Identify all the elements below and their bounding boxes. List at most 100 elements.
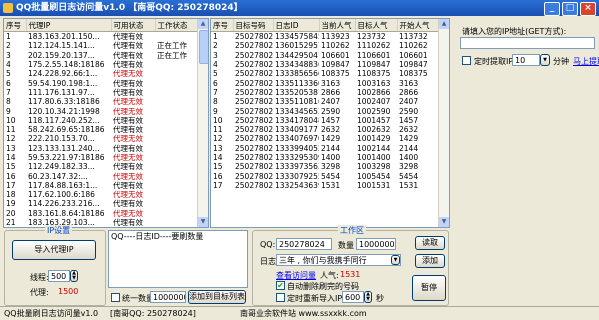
table-row[interactable]: 162502780241333079255545410054545454: [211, 171, 438, 181]
table-row[interactable]: 22122.138.183.45...代理有效: [4, 227, 197, 228]
log-select[interactable]: 三年 , 你们与我携手同行: [276, 254, 401, 266]
table-row[interactable]: 172502780241332543639153110015311531: [211, 181, 438, 190]
table-cell: 120.10.34.21:1998: [28, 106, 100, 116]
table-row[interactable]: 92502780241334345653259010025902590: [211, 106, 438, 116]
add-to-targets-button[interactable]: 添加到目标列表: [188, 290, 246, 304]
table-cell: 109847: [399, 60, 428, 70]
table-row[interactable]: 13 123.133.131.240... 代理有效: [4, 144, 197, 153]
column-header[interactable]: 代理IP: [26, 19, 112, 32]
chevron-down-icon[interactable]: ▼: [391, 255, 400, 265]
column-header[interactable]: 日志ID: [273, 19, 320, 32]
table-row[interactable]: 18 117.62.100.6:186 代理无效: [4, 190, 197, 199]
scroll-up-icon[interactable]: ▲: [439, 19, 449, 29]
table-cell: 2: [6, 41, 11, 51]
table-row[interactable]: 225027802413601529571102621110262110262: [211, 41, 438, 50]
table-row[interactable]: 112502780241334091771263210026322632: [211, 125, 438, 134]
table-cell: 1001429: [357, 134, 391, 144]
column-header[interactable]: 序号: [4, 19, 27, 32]
table-cell: 3: [213, 50, 218, 60]
scroll-down-icon[interactable]: ▼: [198, 217, 208, 227]
scroll-down-icon[interactable]: ▼: [439, 217, 449, 227]
table-row[interactable]: 152502780241333973563329810032983298: [211, 162, 438, 171]
view-visits-link[interactable]: 查看访问量: [276, 270, 316, 281]
column-header[interactable]: 工作状态: [155, 19, 198, 32]
table-row[interactable]: 425027802413343488361098471109847109847: [211, 60, 438, 69]
table-row[interactable]: 1 183.163.201.150... 代理有效: [4, 32, 197, 42]
table-row[interactable]: 15 112.249.182.33... 代理有效: [4, 162, 197, 171]
table-row[interactable]: 20 183.161.8.64:18186 代理无效: [4, 209, 197, 218]
column-header[interactable]: 当前人气: [319, 19, 356, 32]
table-row[interactable]: 325027802413442950411066011106601106601: [211, 51, 438, 60]
ip-url-input[interactable]: [460, 37, 595, 49]
table-row[interactable]: 6 59.54.190.198:1... 代理有效: [4, 78, 197, 88]
qq-input[interactable]: 250278024: [276, 238, 332, 250]
scroll-up-icon[interactable]: ▲: [198, 19, 208, 29]
proxy-scrollbar[interactable]: ▲ ▼: [197, 19, 208, 227]
unified-count-input[interactable]: 1000000: [150, 291, 186, 303]
column-header[interactable]: 可用状态: [111, 19, 156, 32]
table-row[interactable]: 132502780241333994052214410021442144: [211, 144, 438, 153]
column-header[interactable]: 目标号码: [233, 19, 274, 32]
table-row[interactable]: 7 111.176.131.97... 代理有效: [4, 88, 197, 97]
table-cell: 250278024: [235, 153, 273, 162]
minimize-icon[interactable]: _: [544, 2, 560, 16]
table-row[interactable]: 72502780241335205381286610028662866: [211, 88, 438, 97]
read-button[interactable]: 读取: [415, 236, 445, 250]
timed-import-stepper[interactable]: ▲ ▼: [364, 291, 372, 303]
timed-import-checkbox[interactable]: [276, 293, 285, 302]
table-row[interactable]: 21 183.163.29.103... 代理有效: [4, 218, 197, 227]
maximize-icon[interactable]: □: [562, 2, 578, 16]
table-row[interactable]: 4 175.2.55.148:18186 代理有效: [4, 60, 197, 69]
table-cell: 代理无效: [113, 171, 143, 181]
table-row[interactable]: 14 59.53.221.97:18186 代理无效: [4, 153, 197, 162]
unified-count-checkbox[interactable]: [111, 293, 120, 302]
table-cell: [155, 171, 197, 180]
add-button[interactable]: 添加: [415, 254, 445, 268]
table-row[interactable]: 122502780241334076970142910014291429: [211, 134, 438, 143]
proxy-list[interactable]: 序号 代理IP 可用状态 工作状态 1 183.163.201.150... 代理有效 2 1…: [3, 18, 209, 228]
table-row[interactable]: 9 120.10.34.21:1998 代理无效: [4, 106, 197, 116]
interval-input[interactable]: 10: [512, 54, 540, 66]
scroll-thumb[interactable]: [199, 30, 208, 64]
table-cell: 250278024: [235, 41, 273, 51]
import-proxy-button[interactable]: 导入代理IP: [12, 240, 96, 260]
table-row[interactable]: 16 60.23.147.32:... 代理无效: [4, 171, 197, 181]
table-row[interactable]: 82502780241335110816240710024072407: [211, 97, 438, 106]
table-cell: 250278024: [235, 162, 273, 172]
pause-button[interactable]: 暂停: [412, 275, 446, 301]
table-row[interactable]: 525027802413338565661083751108375108375: [211, 69, 438, 78]
table-cell: 14: [213, 153, 223, 162]
timed-fetch-checkbox[interactable]: [462, 56, 471, 65]
threads-stepper[interactable]: ▲ ▼: [70, 270, 78, 282]
table-cell: 106601: [321, 50, 350, 60]
table-row[interactable]: 12 222.210.153.70... 代理无效: [4, 134, 197, 143]
table-row[interactable]: 17 117.84.88.163:1... 代理有效: [4, 181, 197, 190]
import-textarea[interactable]: QQ----日志ID----要刷数量: [108, 230, 248, 288]
column-header[interactable]: 目标人气: [355, 19, 398, 32]
table-row[interactable]: 3 202.159.20.137... 代理有效 正在工作: [4, 51, 197, 60]
threads-input[interactable]: 500: [48, 270, 70, 282]
table-cell: 16: [6, 171, 16, 181]
table-row[interactable]: 62502780241335113360316310031633163: [211, 78, 438, 88]
fetch-now-link[interactable]: 马上提取: [573, 56, 599, 67]
table-row[interactable]: 1 2502780241334575845113923 123732 113732: [211, 32, 438, 42]
table-cell: 6: [6, 78, 11, 88]
column-header[interactable]: 序号: [211, 19, 234, 32]
table-row[interactable]: 5 124.228.92.66:1... 代理无效: [4, 69, 197, 78]
auto-delete-checkbox[interactable]: ✔: [276, 281, 285, 290]
table-row[interactable]: 11 58.242.69.65:18186 代理有效: [4, 125, 197, 134]
column-header[interactable]: 开始人气: [397, 19, 439, 32]
target-list[interactable]: 序号目标号码日志ID当前人气目标人气开始人气 12502780241334575…: [210, 18, 450, 228]
table-row[interactable]: 10 118.117.240.252... 代理有效: [4, 116, 197, 125]
table-row[interactable]: 19 114.226.233.216... 代理有效: [4, 199, 197, 208]
timed-import-input[interactable]: 600: [342, 291, 364, 303]
table-row[interactable]: 8 117.80.6.33:18186 代理无效: [4, 97, 197, 106]
close-icon[interactable]: ×: [580, 2, 596, 16]
interval-dropdown-icon[interactable]: ▼: [540, 54, 550, 66]
count-input[interactable]: 1000000: [356, 238, 396, 250]
table-row[interactable]: 142502780241333295309140010014001400: [211, 153, 438, 162]
table-cell: 114.226.233.216...: [28, 199, 100, 209]
table-row[interactable]: 102502780241334178048145710014571457: [211, 116, 438, 125]
target-scrollbar[interactable]: ▲ ▼: [438, 19, 449, 227]
table-row[interactable]: 2 112.124.15.141... 代理有效 正在工作: [4, 41, 197, 50]
